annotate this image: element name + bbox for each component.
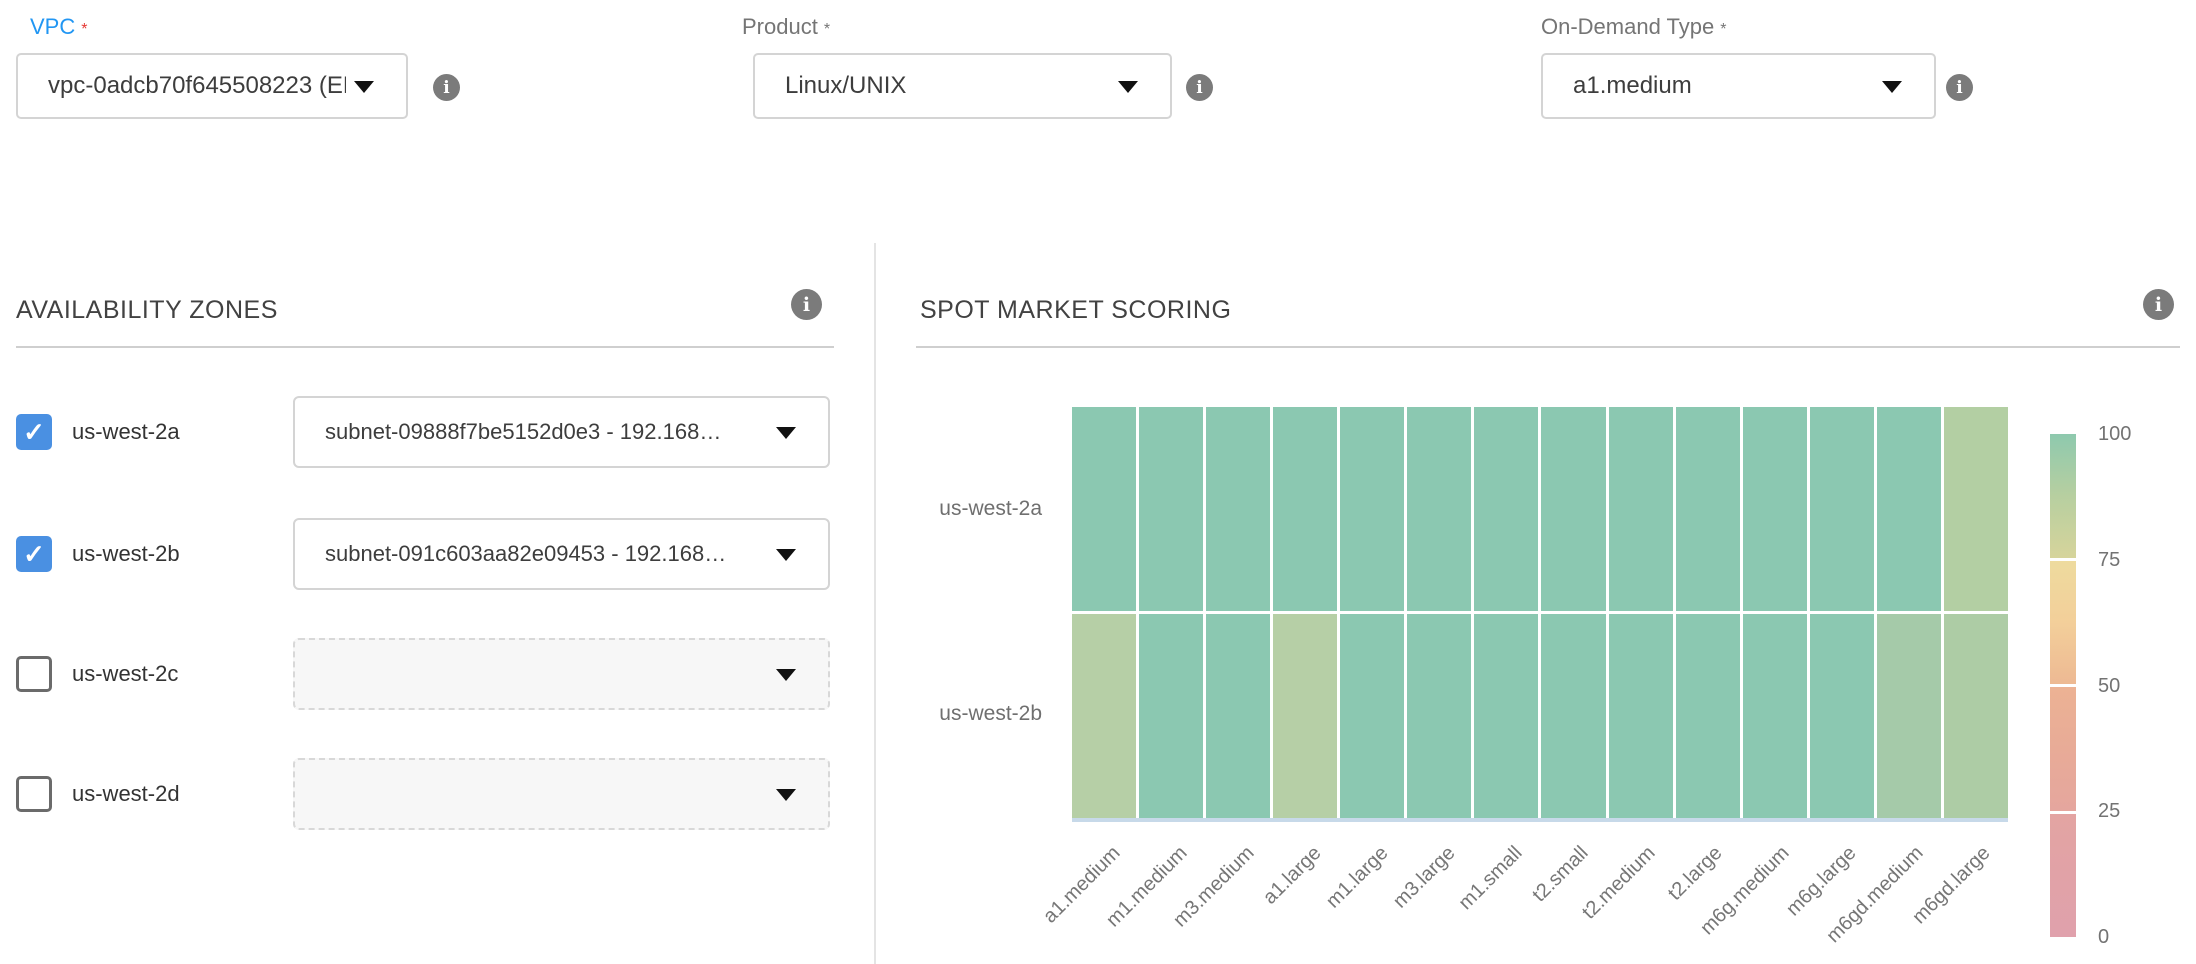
chevron-down-icon bbox=[1882, 81, 1902, 93]
subnet-select-us-west-2a[interactable]: subnet-09888f7be5152d0e3 - 192.168… bbox=[293, 396, 830, 468]
panel-divider bbox=[874, 243, 876, 964]
heatmap-cell-us-west-2b-t2.small bbox=[1541, 614, 1605, 818]
heatmap-cell-us-west-2a-t2.small bbox=[1541, 407, 1605, 611]
heatmap-cell-us-west-2b-m3.large bbox=[1407, 614, 1471, 818]
spot-market-scoring-info-icon[interactable]: i bbox=[2143, 289, 2174, 320]
product-select-value: Linux/UNIX bbox=[785, 72, 906, 100]
heatmap-cell-us-west-2a-m6g.medium bbox=[1743, 407, 1807, 611]
heatmap-cell-us-west-2b-t2.large bbox=[1676, 614, 1740, 818]
heatmap-cell-us-west-2a-m3.medium bbox=[1206, 407, 1270, 611]
colorbar-tick-label: 50 bbox=[2098, 675, 2120, 698]
heatmap-cell-us-west-2a-m1.small bbox=[1474, 407, 1538, 611]
vpc-info-icon[interactable]: i bbox=[433, 74, 460, 101]
heatmap-row-label: us-west-2b bbox=[892, 702, 1042, 726]
heatmap-cell-us-west-2b-a1.medium bbox=[1072, 614, 1136, 818]
required-asterisk: * bbox=[81, 21, 87, 38]
spot-score-heatmap bbox=[1072, 407, 2008, 818]
zone-label: us-west-2c bbox=[72, 661, 178, 687]
heatmap-cell-us-west-2a-m1.large bbox=[1340, 407, 1404, 611]
required-asterisk: * bbox=[824, 21, 830, 38]
heatmap-cell-us-west-2b-m6gd.medium bbox=[1877, 614, 1941, 818]
zone-checkbox-us-west-2b[interactable]: ✓ bbox=[16, 536, 52, 572]
zone-checkbox-us-west-2c[interactable] bbox=[16, 656, 52, 692]
heatmap-cell-us-west-2b-m1.medium bbox=[1139, 614, 1203, 818]
product-label-text: Product bbox=[742, 14, 818, 39]
availability-zones-info-icon[interactable]: i bbox=[791, 289, 822, 320]
ondemand-type-select[interactable]: a1.medium bbox=[1541, 53, 1936, 119]
colorbar-tick-label: 100 bbox=[2098, 423, 2131, 446]
heatmap-cell-us-west-2b-a1.large bbox=[1273, 614, 1337, 818]
zone-row: us-west-2d bbox=[16, 758, 830, 830]
chevron-down-icon bbox=[776, 789, 796, 801]
heatmap-cell-us-west-2a-t2.large bbox=[1676, 407, 1740, 611]
zone-row: ✓ us-west-2a subnet-09888f7be5152d0e3 - 19… bbox=[16, 396, 830, 468]
zone-checkbox-us-west-2d[interactable] bbox=[16, 776, 52, 812]
zone-row: ✓ us-west-2b subnet-091c603aa82e09453 - 19… bbox=[16, 518, 830, 590]
colorbar-tick-label: 25 bbox=[2098, 800, 2120, 823]
colorbar-tick-label: 75 bbox=[2098, 549, 2120, 572]
heatmap-colorbar bbox=[2050, 434, 2076, 937]
zone-checkbox-us-west-2a[interactable]: ✓ bbox=[16, 414, 52, 450]
subnet-select-us-west-2d[interactable] bbox=[293, 758, 830, 830]
availability-zones-list: ✓ us-west-2a subnet-09888f7be5152d0e3 - 19… bbox=[16, 396, 830, 836]
spot-market-scoring-title: SPOT MARKET SCORING bbox=[920, 296, 1231, 325]
subnet-select-us-west-2b[interactable]: subnet-091c603aa82e09453 - 192.168… bbox=[293, 518, 830, 590]
heatmap-cell-us-west-2a-m3.large bbox=[1407, 407, 1471, 611]
colorbar-segment bbox=[2050, 434, 2076, 558]
ondemand-type-info-icon[interactable]: i bbox=[1946, 74, 1973, 101]
subnet-select-value: subnet-091c603aa82e09453 - 192.168… bbox=[325, 541, 726, 567]
chevron-down-icon bbox=[354, 81, 374, 93]
heatmap-x-axis-line bbox=[1072, 818, 2008, 822]
vpc-select[interactable]: vpc-0adcb70f645508223 (EKS-VPC) bbox=[16, 53, 408, 119]
colorbar-tick-label: 0 bbox=[2098, 926, 2109, 949]
heatmap-cell-us-west-2a-a1.large bbox=[1273, 407, 1337, 611]
vpc-field-label: VPC * bbox=[30, 14, 87, 40]
product-select[interactable]: Linux/UNIX bbox=[753, 53, 1172, 119]
heatmap-cell-us-west-2a-m6gd.medium bbox=[1877, 407, 1941, 611]
ondemand-type-select-value: a1.medium bbox=[1573, 72, 1692, 100]
zone-row: us-west-2c bbox=[16, 638, 830, 710]
ondemand-type-field-label: On-Demand Type * bbox=[1541, 14, 1726, 40]
heatmap-cell-us-west-2b-m6gd.large bbox=[1944, 614, 2008, 818]
availability-zones-title: AVAILABILITY ZONES bbox=[16, 296, 278, 325]
product-info-icon[interactable]: i bbox=[1186, 74, 1213, 101]
heatmap-row-label: us-west-2a bbox=[892, 497, 1042, 521]
zone-label: us-west-2b bbox=[72, 541, 180, 567]
subnet-select-value: subnet-09888f7be5152d0e3 - 192.168… bbox=[325, 419, 721, 445]
availability-zones-divider bbox=[16, 346, 834, 348]
colorbar-segment bbox=[2050, 687, 2076, 811]
heatmap-cell-us-west-2b-m1.large bbox=[1340, 614, 1404, 818]
heatmap-cell-us-west-2a-a1.medium bbox=[1072, 407, 1136, 611]
colorbar-segment bbox=[2050, 561, 2076, 685]
product-field-label: Product * bbox=[742, 14, 830, 40]
heatmap-cell-us-west-2a-m1.medium bbox=[1139, 407, 1203, 611]
heatmap-cell-us-west-2b-t2.medium bbox=[1609, 614, 1673, 818]
chevron-down-icon bbox=[776, 549, 796, 561]
vpc-label-text: VPC bbox=[30, 14, 75, 39]
heatmap-cell-us-west-2b-m3.medium bbox=[1206, 614, 1270, 818]
vpc-select-value: vpc-0adcb70f645508223 (EKS-VPC) bbox=[48, 72, 346, 100]
required-asterisk: * bbox=[1720, 21, 1726, 38]
heatmap-cell-us-west-2b-m1.small bbox=[1474, 614, 1538, 818]
colorbar-segment bbox=[2050, 814, 2076, 938]
heatmap-cell-us-west-2b-m6g.large bbox=[1810, 614, 1874, 818]
heatmap-cell-us-west-2b-m6g.medium bbox=[1743, 614, 1807, 818]
heatmap-cell-us-west-2a-m6gd.large bbox=[1944, 407, 2008, 611]
chevron-down-icon bbox=[776, 427, 796, 439]
spot-market-scoring-divider bbox=[916, 346, 2180, 348]
chevron-down-icon bbox=[776, 669, 796, 681]
zone-label: us-west-2d bbox=[72, 781, 180, 807]
ondemand-type-label-text: On-Demand Type bbox=[1541, 14, 1714, 39]
chevron-down-icon bbox=[1118, 81, 1138, 93]
heatmap-cell-us-west-2a-m6g.large bbox=[1810, 407, 1874, 611]
zone-label: us-west-2a bbox=[72, 419, 180, 445]
heatmap-cell-us-west-2a-t2.medium bbox=[1609, 407, 1673, 611]
subnet-select-us-west-2c[interactable] bbox=[293, 638, 830, 710]
